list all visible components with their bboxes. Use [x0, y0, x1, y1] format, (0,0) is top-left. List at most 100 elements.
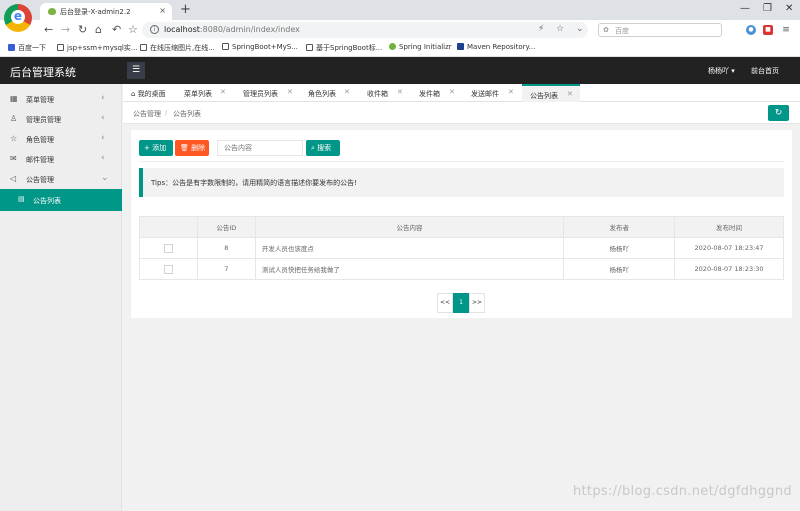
- user-menu[interactable]: 杨杨吖 ▾: [708, 66, 735, 76]
- current-page-button[interactable]: 1: [453, 293, 469, 313]
- prev-page-button[interactable]: <<: [437, 293, 453, 313]
- row-checkbox[interactable]: [163, 243, 173, 253]
- undo-icon[interactable]: ↶: [112, 23, 121, 36]
- table-row: 8 开发人员也该度点 杨杨吖 2020-08-07 18:23:47: [139, 237, 784, 259]
- table-header-select: [139, 216, 198, 238]
- tab-admin-list[interactable]: 管理员列表 ✕: [235, 84, 299, 102]
- sidebar-item-admin[interactable]: ♙ 管理员管理 ‹: [0, 109, 122, 129]
- next-page-button[interactable]: >>: [469, 293, 485, 313]
- bookmark-label: 在线压缩图片,在线...: [150, 44, 215, 52]
- extension-icon[interactable]: ■: [763, 25, 773, 35]
- forward-icon[interactable]: →: [61, 23, 70, 36]
- breadcrumb: 公告管理 / 公告列表 ↻: [123, 102, 800, 124]
- sidebar-item-label: 管理员管理: [26, 116, 61, 124]
- reload-icon[interactable]: ↻: [78, 23, 87, 36]
- bookmark-star-icon[interactable]: ☆: [128, 23, 138, 36]
- browser-tab[interactable]: 后台登录-X-admin2.2 ×: [40, 3, 172, 20]
- minimize-icon[interactable]: —: [740, 3, 750, 14]
- new-tab-button[interactable]: +: [180, 2, 191, 17]
- info-icon: i: [150, 25, 159, 34]
- bookmark-label: jsp+ssm+mysql实...: [67, 44, 138, 52]
- url-path: :8080/admin/index/index: [199, 25, 300, 34]
- table-header-content: 公告内容: [254, 216, 565, 238]
- tab-inbox[interactable]: 收件箱 ✕: [359, 84, 410, 102]
- sidebar-item-mail[interactable]: ✉ 邮件管理 ‹: [0, 149, 122, 169]
- tab-notice-list[interactable]: 公告列表 ✕: [522, 84, 580, 102]
- bookmark-item[interactable]: jsp+ssm+mysql实...: [57, 43, 138, 53]
- add-button[interactable]: + 添加: [139, 140, 173, 156]
- close-icon[interactable]: ✕: [287, 88, 293, 96]
- spring-icon: [389, 43, 396, 50]
- breadcrumb-current: 公告列表: [173, 110, 201, 118]
- back-icon[interactable]: ←: [44, 23, 53, 36]
- tab-label: 收件箱: [367, 90, 388, 98]
- cell-publisher: 杨杨吖: [563, 237, 676, 259]
- notice-search-input[interactable]: [217, 140, 303, 156]
- tab-send-mail[interactable]: 发送邮件 ✕: [463, 84, 521, 102]
- row-checkbox[interactable]: [163, 264, 173, 274]
- front-page-link[interactable]: 前台首页: [751, 66, 779, 76]
- row-select-cell: [139, 258, 198, 280]
- tab-label: 角色列表: [308, 90, 336, 98]
- close-icon[interactable]: ✕: [508, 88, 514, 96]
- close-icon[interactable]: ✕: [567, 90, 573, 98]
- url-text: localhost:8080/admin/index/index: [164, 25, 300, 34]
- address-bar[interactable]: i localhost:8080/admin/index/index ⚡ ☆ ⌄: [142, 22, 588, 38]
- table-header-id: 公告ID: [196, 216, 256, 238]
- notice-table: 公告ID 公告内容 发布者 发布时间 8 开发人员也该度点 杨杨吖 2020-0…: [139, 216, 784, 280]
- sidebar-item-notice[interactable]: ◁ 公告管理 ⌄: [0, 169, 122, 189]
- tips-text: Tips：公告是有字数限制的，请用精简的语言描述你要发布的公告!: [151, 179, 357, 187]
- tab-label: 公告列表: [530, 92, 558, 100]
- sidebar-item-label: 角色管理: [26, 136, 54, 144]
- close-icon[interactable]: ✕: [449, 88, 455, 96]
- chevron-down-icon[interactable]: ⌄: [576, 24, 584, 34]
- tab-desktop[interactable]: ⌂ 我的桌面: [123, 84, 175, 102]
- mail-icon: ✉: [10, 154, 17, 163]
- lightning-icon[interactable]: ⚡: [538, 24, 544, 34]
- favorite-star-icon[interactable]: ☆: [556, 24, 564, 34]
- search-button[interactable]: ⌕ 搜索: [306, 140, 340, 156]
- breadcrumb-parent[interactable]: 公告管理: [133, 109, 161, 119]
- home-icon[interactable]: ⌂: [95, 23, 102, 36]
- search-icon: ⌕: [311, 144, 315, 152]
- browser-search-placeholder: 百度: [615, 27, 629, 35]
- bookmark-item[interactable]: Maven Repository...: [457, 43, 535, 51]
- sidebar-subitem-notice-list[interactable]: ▤ 公告列表: [0, 189, 122, 211]
- close-icon[interactable]: ✕: [220, 88, 226, 96]
- tab-label: ⌂ 我的桌面: [131, 89, 166, 99]
- bookmark-item[interactable]: 百度一下: [8, 43, 46, 53]
- sidebar-item-menu[interactable]: ▦ 菜单管理 ‹: [0, 89, 122, 109]
- tab-outbox[interactable]: 发件箱 ✕: [411, 84, 462, 102]
- close-icon[interactable]: ✕: [397, 88, 403, 96]
- browser-search-input[interactable]: ✿ 百度: [598, 23, 722, 37]
- bookmark-item[interactable]: SpringBoot+MyS...: [222, 43, 298, 51]
- bookmark-item[interactable]: 在线压缩图片,在线...: [140, 43, 215, 53]
- close-window-icon[interactable]: ✕: [785, 3, 793, 14]
- delete-button[interactable]: 🗑 删除: [175, 140, 209, 156]
- close-icon[interactable]: ✕: [344, 88, 350, 96]
- sidebar-item-label: 邮件管理: [26, 156, 54, 164]
- app-logo[interactable]: 后台管理系统: [10, 64, 76, 80]
- bookmark-label: 基于SpringBoot标...: [316, 44, 383, 52]
- cell-id: 8: [196, 237, 256, 259]
- search-label: 搜索: [317, 144, 332, 152]
- close-icon[interactable]: ×: [159, 6, 166, 15]
- table-header-publisher: 发布者: [563, 216, 676, 238]
- browser-logo-icon: [4, 4, 32, 32]
- bookmark-item[interactable]: Spring Initializr: [389, 43, 452, 51]
- tab-menu-list[interactable]: 菜单列表 ✕: [176, 84, 234, 102]
- bookmark-item[interactable]: 基于SpringBoot标...: [306, 43, 382, 53]
- extension-icon[interactable]: ●: [746, 25, 756, 35]
- app-header: 后台管理系统 ☰ 杨杨吖 ▾ 前台首页: [0, 57, 800, 84]
- sidebar-item-role[interactable]: ☆ 角色管理 ‹: [0, 129, 122, 149]
- tab-label: 发送邮件: [471, 90, 499, 98]
- menu-toggle-icon[interactable]: ☰: [127, 62, 145, 79]
- page-icon: [222, 43, 229, 50]
- refresh-icon[interactable]: ↻: [768, 105, 789, 121]
- tab-role-list[interactable]: 角色列表 ✕: [300, 84, 358, 102]
- home-icon: ⌂: [131, 90, 136, 98]
- menu-icon[interactable]: ≡: [781, 25, 791, 35]
- cell-time: 2020-08-07 18:23:30: [674, 258, 784, 280]
- restore-icon[interactable]: ❐: [763, 3, 772, 14]
- chevron-left-icon: ‹: [101, 93, 105, 103]
